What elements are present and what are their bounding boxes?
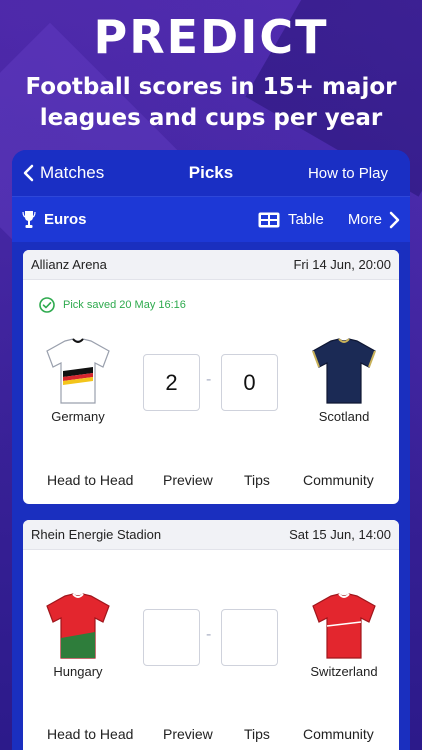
home-score-input[interactable]: 2 <box>143 354 200 411</box>
score-separator: - <box>206 626 212 643</box>
competition-name: Euros <box>44 211 87 228</box>
nav-bar: Matches Picks How to Play <box>12 150 410 196</box>
home-team[interactable]: Hungary <box>23 592 133 679</box>
match-card: Rhein Energie Stadion Sat 15 Jun, 14:00 … <box>23 520 399 750</box>
team-name: Switzerland <box>310 664 378 679</box>
pick-saved-status: Pick saved 20 May 16:16 <box>39 297 186 313</box>
home-team[interactable]: Germany <box>23 337 133 424</box>
match-card-header: Allianz Arena Fri 14 Jun, 20:00 <box>23 250 399 280</box>
kickoff-date: Fri 14 Jun, 20:00 <box>293 257 391 272</box>
competition-bar: Euros Table More <box>12 196 410 242</box>
away-team[interactable]: Switzerland <box>289 592 399 679</box>
trophy-icon <box>22 210 36 228</box>
score-separator: - <box>206 371 212 388</box>
away-team[interactable]: Scotland <box>289 337 399 424</box>
chevron-right-icon <box>389 211 400 228</box>
competition-selector[interactable]: Euros <box>22 210 87 230</box>
tab-tips[interactable]: Tips <box>244 472 270 488</box>
more-label: More <box>347 211 382 228</box>
kit-icon <box>46 593 110 659</box>
hero-title: PREDICT <box>93 10 329 64</box>
tab-preview[interactable]: Preview <box>163 472 213 488</box>
how-to-play-link[interactable]: How to Play <box>308 165 400 182</box>
table-label: Table <box>287 211 324 228</box>
hero-subtitle-line: Football scores in 15+ major <box>25 74 397 100</box>
match-card: Allianz Arena Fri 14 Jun, 20:00 Pick sav… <box>23 250 399 504</box>
kit-icon <box>312 593 376 659</box>
back-label: Matches <box>40 163 105 182</box>
tab-head-to-head[interactable]: Head to Head <box>47 726 133 742</box>
table-button[interactable]: Table <box>258 211 324 228</box>
more-button[interactable]: More <box>348 211 400 229</box>
hero-subtitle-line: leagues and cups per year <box>39 105 383 131</box>
pick-saved-text: Pick saved 20 May 16:16 <box>63 299 186 311</box>
kit-icon <box>312 338 376 404</box>
hero-subtitle: Football scores in 15+ major leagues and… <box>0 72 422 134</box>
away-score-input[interactable] <box>221 609 278 666</box>
kickoff-date: Sat 15 Jun, 14:00 <box>289 527 391 542</box>
tab-preview[interactable]: Preview <box>163 726 213 742</box>
home-score-input[interactable] <box>143 609 200 666</box>
tab-tips[interactable]: Tips <box>244 726 270 742</box>
venue: Rhein Energie Stadion <box>31 527 162 542</box>
check-circle-icon <box>39 297 55 313</box>
team-name: Hungary <box>53 664 103 679</box>
tab-community[interactable]: Community <box>303 726 374 742</box>
tab-community[interactable]: Community <box>303 472 374 488</box>
match-card-header: Rhein Energie Stadion Sat 15 Jun, 14:00 <box>23 520 399 550</box>
tab-head-to-head[interactable]: Head to Head <box>47 472 133 488</box>
back-button[interactable]: Matches <box>22 163 104 183</box>
team-name: Germany <box>51 409 105 424</box>
kit-icon <box>46 338 110 404</box>
table-icon <box>258 212 280 227</box>
team-name: Scotland <box>318 409 370 424</box>
app-screen: Matches Picks How to Play Euros Table Mo… <box>12 150 410 750</box>
venue: Allianz Arena <box>31 257 107 272</box>
away-score-input[interactable]: 0 <box>221 354 278 411</box>
chevron-left-icon <box>23 164 34 182</box>
